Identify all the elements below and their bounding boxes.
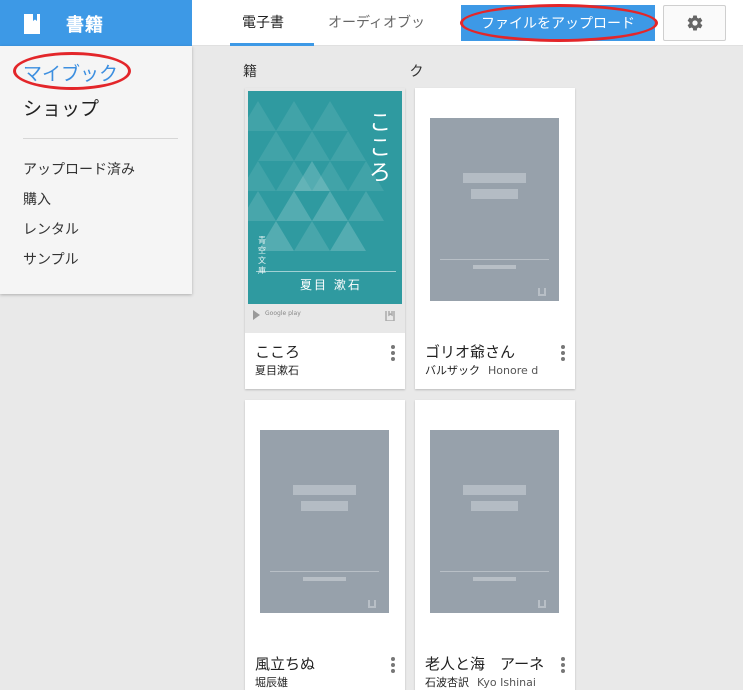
- app-title: 書籍: [66, 15, 104, 36]
- book-icon: [24, 14, 40, 34]
- sidebar-divider: [23, 138, 178, 139]
- author-name: 夏目漱石: [255, 364, 299, 377]
- cover-publisher: 青空文庫: [258, 236, 266, 275]
- placeholder-cover: [430, 430, 559, 613]
- cover-divider: [256, 271, 396, 272]
- cover-art: こころ 青空文庫 夏目 漱石: [248, 91, 402, 304]
- author-name: 石波杏訳: [425, 676, 469, 689]
- cover-title: こころ: [369, 111, 392, 186]
- book-author: バルザック Honore d: [425, 362, 538, 378]
- more-options-icon[interactable]: [391, 345, 395, 363]
- active-tab-indicator: [230, 43, 314, 46]
- sidebar-item-my-books[interactable]: マイブック: [23, 59, 118, 86]
- more-options-icon[interactable]: [561, 657, 565, 675]
- book-card-old-man-sea[interactable]: 老人と海 アーネ 石波杏訳 Kyo Ishinai: [415, 400, 575, 690]
- book-title: 老人と海 アーネ: [425, 655, 545, 673]
- book-card-kaze-tachinu[interactable]: 風立ちぬ 堀辰雄: [245, 400, 405, 690]
- book-author: 堀辰雄: [255, 674, 288, 690]
- author-name-en: Honore d: [488, 364, 539, 377]
- google-play-icon: [253, 310, 260, 320]
- sidebar-item-shop[interactable]: ショップ: [23, 94, 99, 121]
- bookmark-icon: [385, 311, 395, 321]
- book-title: こころ: [255, 343, 301, 361]
- book-cover[interactable]: こころ 青空文庫 夏目 漱石 Google play: [245, 88, 405, 333]
- section-heading: 籍 ク: [243, 64, 498, 80]
- book-title: 風立ちぬ: [255, 655, 316, 673]
- placeholder-cover: [260, 430, 389, 613]
- settings-button[interactable]: [663, 5, 726, 41]
- book-cover[interactable]: [245, 400, 405, 645]
- sidebar-item-purchased[interactable]: 購入: [23, 189, 51, 209]
- book-card-kokoro[interactable]: こころ 青空文庫 夏目 漱石 Google play こころ 夏目漱石: [245, 88, 405, 389]
- tab-ebooks[interactable]: 電子書: [242, 12, 284, 32]
- sidebar: マイブック ショップ アップロード済み 購入 レンタル サンプル: [0, 46, 192, 294]
- tab-audiobooks[interactable]: オーディオブッ: [328, 12, 425, 32]
- author-name: 堀辰雄: [255, 676, 288, 689]
- sidebar-item-rental[interactable]: レンタル: [23, 219, 79, 239]
- author-name-en: Kyo Ishinai: [477, 676, 536, 689]
- cover-brand: Google play: [265, 310, 301, 317]
- app-header: 書籍: [0, 0, 192, 46]
- gear-icon: [687, 15, 702, 31]
- book-card-goriot[interactable]: ゴリオ爺さん バルザック Honore d: [415, 88, 575, 389]
- author-name: バルザック: [425, 364, 480, 377]
- more-options-icon[interactable]: [391, 657, 395, 675]
- sidebar-item-uploaded[interactable]: アップロード済み: [23, 159, 135, 179]
- book-author: 石波杏訳 Kyo Ishinai: [425, 674, 536, 690]
- book-author: 夏目漱石: [255, 362, 299, 378]
- top-toolbar: 電子書 オーディオブッ ファイルをアップロード: [192, 0, 743, 46]
- cover-author: 夏目 漱石: [300, 278, 362, 292]
- book-title: ゴリオ爺さん: [425, 343, 516, 361]
- upload-file-button[interactable]: ファイルをアップロード: [461, 5, 655, 41]
- book-cover[interactable]: [415, 88, 575, 333]
- book-cover[interactable]: [415, 400, 575, 645]
- sidebar-item-sample[interactable]: サンプル: [23, 249, 79, 269]
- placeholder-cover: [430, 118, 559, 301]
- more-options-icon[interactable]: [561, 345, 565, 363]
